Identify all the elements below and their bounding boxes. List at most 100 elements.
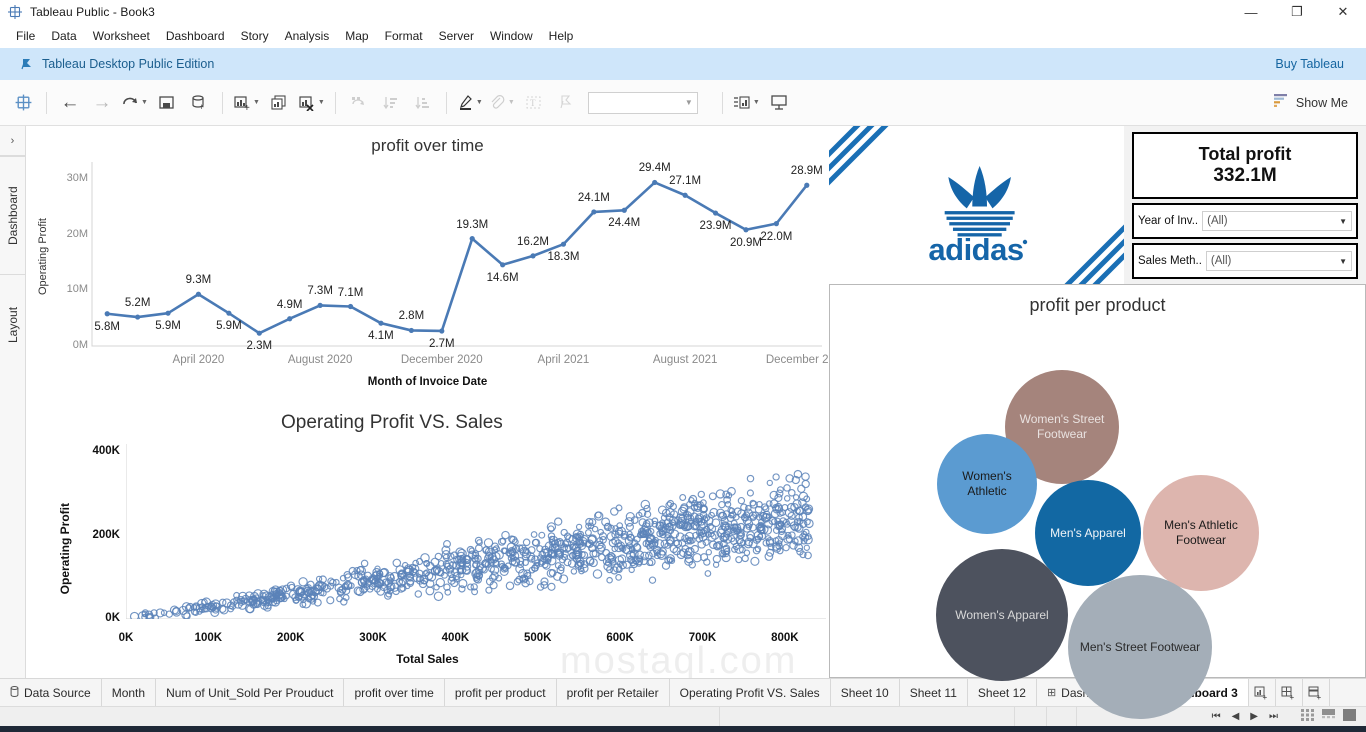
line-ytick: 10M [66, 283, 88, 296]
nav-prev-icon[interactable]: ◀ [1232, 711, 1240, 722]
filter-sales-method[interactable]: Sales Meth.. (All) ▼ [1132, 243, 1358, 279]
sort-ascending-icon[interactable] [378, 88, 404, 118]
new-worksheet-button[interactable]: + [1249, 679, 1276, 706]
maximize-button[interactable]: ❐ [1274, 0, 1320, 24]
grid-view-icon[interactable] [1301, 708, 1314, 726]
profit-per-product-panel[interactable]: profit per product Women's Street Footwe… [829, 284, 1366, 719]
text-box-icon[interactable]: T [521, 88, 547, 118]
sheet-tab-label: Operating Profit VS. Sales [679, 685, 820, 700]
new-worksheet-icon[interactable]: + ▼ [233, 88, 260, 118]
clear-sheet-icon[interactable]: ▼ [298, 88, 325, 118]
line-data-label: 7.1M [337, 286, 364, 299]
scatter-plot-area[interactable] [126, 444, 826, 619]
bubble-women-s-athletic[interactable]: Women's Athletic [937, 434, 1037, 534]
line-plot-area[interactable] [92, 168, 822, 346]
total-profit-label: Total profit [1198, 144, 1292, 165]
sheet-tab-label: profit per Retailer [566, 685, 659, 700]
chevron-down-icon-2[interactable]: ▼ [1339, 257, 1347, 266]
menu-file[interactable]: File [8, 26, 43, 46]
sidebar-item-dashboard[interactable]: Dashboard [0, 156, 26, 274]
left-rail: › Dashboard Layout [0, 126, 26, 678]
new-story-button[interactable]: + [1303, 679, 1330, 706]
undo-redo-button[interactable]: ▼ [121, 88, 148, 118]
menu-map[interactable]: Map [337, 26, 376, 46]
nav-last-icon[interactable]: ⏭ [1269, 711, 1278, 722]
bubble-men-s-athletic-footwear[interactable]: Men's Athletic Footwear [1143, 475, 1259, 591]
sheet-tab-sheet-10[interactable]: Sheet 10 [830, 679, 900, 706]
full-view-icon[interactable] [1343, 708, 1356, 726]
new-data-source-icon[interactable]: + [186, 88, 212, 118]
nav-next-icon[interactable]: ▶ [1250, 711, 1258, 722]
total-profit-kpi: Total profit 332.1M [1132, 132, 1358, 199]
menu-help[interactable]: Help [541, 26, 582, 46]
line-data-label: 5.9M [216, 320, 242, 333]
back-button[interactable]: ← [57, 88, 83, 118]
scatter-xtick: 300K [359, 632, 387, 644]
menu-dashboard[interactable]: Dashboard [158, 26, 233, 46]
line-data-label: 2.3M [246, 340, 273, 353]
bubble-women-s-apparel[interactable]: Women's Apparel [936, 549, 1068, 681]
fit-dropdown[interactable]: ▼ [587, 91, 698, 114]
filter-year-of-invoice[interactable]: Year of Inv.. (All) ▼ [1132, 203, 1358, 239]
sort-descending-icon[interactable] [410, 88, 436, 118]
close-button[interactable]: ✕ [1320, 0, 1366, 24]
expand-pane-button[interactable]: › [0, 126, 25, 156]
menu-worksheet[interactable]: Worksheet [85, 26, 158, 46]
line-data-label: 5.8M [94, 320, 120, 333]
line-data-label: 2.7M [428, 337, 455, 350]
sheet-tab-profit-over-time[interactable]: profit over time [344, 679, 445, 706]
menu-data[interactable]: Data [43, 26, 84, 46]
sidebar-item-layout[interactable]: Layout [0, 274, 26, 374]
show-me-button[interactable]: Show Me [1273, 93, 1348, 113]
profit-over-time-panel[interactable]: profit over time Operating Profit 0M 10M 2… [26, 126, 848, 401]
highlight-icon[interactable]: ▼ [457, 88, 483, 118]
nav-first-icon[interactable]: ⏮ [1212, 711, 1221, 722]
chevron-down-icon[interactable]: ▼ [1339, 217, 1347, 226]
sheet-tab-label: Num of Unit_Sold Per Prouduct [166, 685, 334, 700]
filter-year-label: Year of Inv.. [1138, 215, 1199, 227]
minimize-button[interactable]: — [1228, 0, 1274, 24]
half-view-icon[interactable] [1322, 708, 1335, 726]
line-data-label: 24.1M [577, 191, 610, 204]
presentation-mode-icon[interactable] [766, 88, 792, 118]
paperclip-icon[interactable]: ▼ [489, 88, 515, 118]
line-xtick: December 2020 [400, 354, 483, 366]
sheet-tab-profit-per-retailer[interactable]: profit per Retailer [556, 679, 670, 706]
show-cards-icon[interactable]: ▼ [733, 88, 760, 118]
menu-analysis[interactable]: Analysis [277, 26, 338, 46]
menu-story[interactable]: Story [233, 26, 277, 46]
data-source-tab[interactable]: Data Source [0, 679, 102, 706]
sheet-tab-sheet-11[interactable]: Sheet 11 [899, 679, 968, 706]
save-icon[interactable] [154, 88, 180, 118]
filter-year-select[interactable]: (All) ▼ [1202, 211, 1352, 231]
filter-sales-select[interactable]: (All) ▼ [1205, 251, 1352, 271]
sheet-tab-label: Sheet 10 [840, 685, 889, 700]
swap-rows-cols-icon[interactable] [346, 88, 372, 118]
bubble-plot-area[interactable]: Women's Street Footwear Women's Athletic M… [830, 327, 1365, 719]
line-data-label: 14.6M [486, 271, 519, 284]
buy-tableau-link[interactable]: Buy Tableau [1275, 57, 1344, 71]
adidas-logo-panel[interactable]: adidas [829, 126, 1124, 284]
svg-text:+: + [199, 102, 204, 111]
line-data-label: 2.8M [398, 310, 425, 323]
new-dashboard-button[interactable]: + [1276, 679, 1303, 706]
menu-server[interactable]: Server [431, 26, 482, 46]
sheet-tab-sheet-12[interactable]: Sheet 12 [967, 679, 1037, 706]
duplicate-sheet-icon[interactable] [266, 88, 292, 118]
sheet-tab-num-of-unit-sold-per-prouduct[interactable]: Num of Unit_Sold Per Prouduct [156, 679, 345, 706]
data-source-icon [10, 685, 19, 700]
bubble-label: Men's Apparel [1050, 525, 1126, 540]
sheet-tab-month[interactable]: Month [101, 679, 157, 706]
pin-axis-icon[interactable] [553, 88, 579, 118]
tableau-logo-icon[interactable] [10, 88, 36, 118]
menu-window[interactable]: Window [482, 26, 541, 46]
sheet-tab-operating-profit-vs-sales[interactable]: Operating Profit VS. Sales [669, 679, 831, 706]
scatter-xtick: 0K [118, 632, 134, 644]
menu-format[interactable]: Format [377, 26, 431, 46]
sheet-tab-profit-per-product[interactable]: profit per product [444, 679, 557, 706]
bubble-men-s-street-footwear[interactable]: Men's Street Footwear [1068, 575, 1212, 719]
forward-button[interactable]: → [89, 88, 115, 118]
scatter-xtick: 200K [276, 632, 305, 644]
line-data-label: 4.1M [368, 330, 394, 343]
operating-profit-vs-sales-panel[interactable]: Operating Profit VS. Sales Operating Pro… [26, 404, 829, 678]
